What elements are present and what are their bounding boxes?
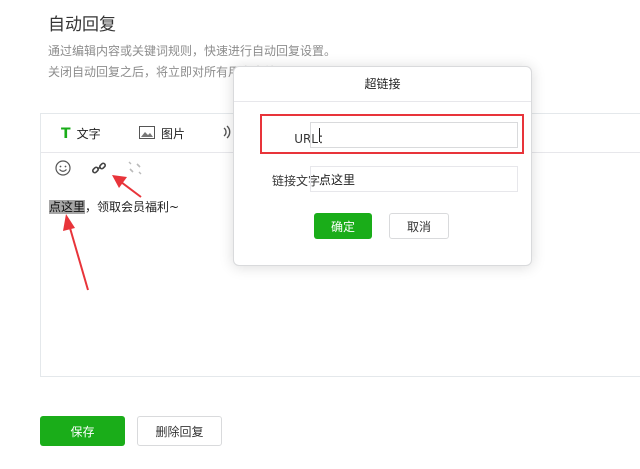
save-button[interactable]: 保存: [40, 416, 125, 446]
link-text-input[interactable]: 点这里: [310, 166, 518, 192]
arrow-to-link-icon: [112, 175, 142, 198]
confirm-button[interactable]: 确定: [314, 213, 372, 239]
delete-reply-button[interactable]: 删除回复: [137, 416, 222, 446]
hyperlink-dialog: 超链接 URL： 链接文字： 点这里 确定 取消: [233, 66, 532, 266]
url-input[interactable]: [310, 122, 518, 148]
dialog-title: 超链接: [234, 67, 531, 102]
arrow-to-selected-text: [63, 214, 89, 291]
cancel-button[interactable]: 取消: [389, 213, 449, 239]
text-cursor: [319, 128, 320, 142]
